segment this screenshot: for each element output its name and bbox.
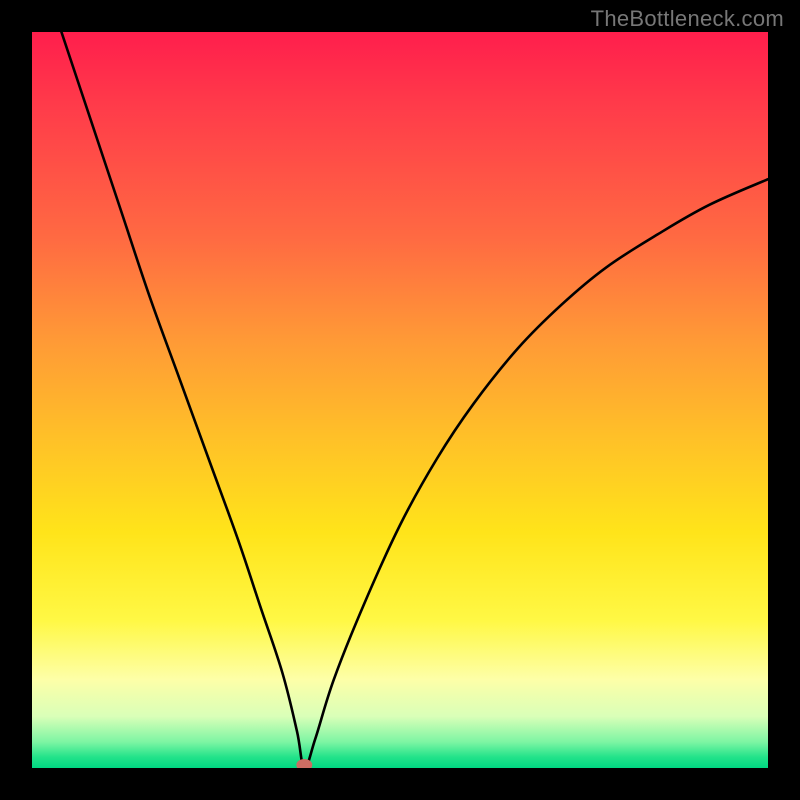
curve-svg (32, 32, 768, 768)
chart-frame: TheBottleneck.com (0, 0, 800, 800)
watermark-text: TheBottleneck.com (591, 6, 784, 32)
plot-area (32, 32, 768, 768)
bottleneck-curve (61, 32, 768, 768)
